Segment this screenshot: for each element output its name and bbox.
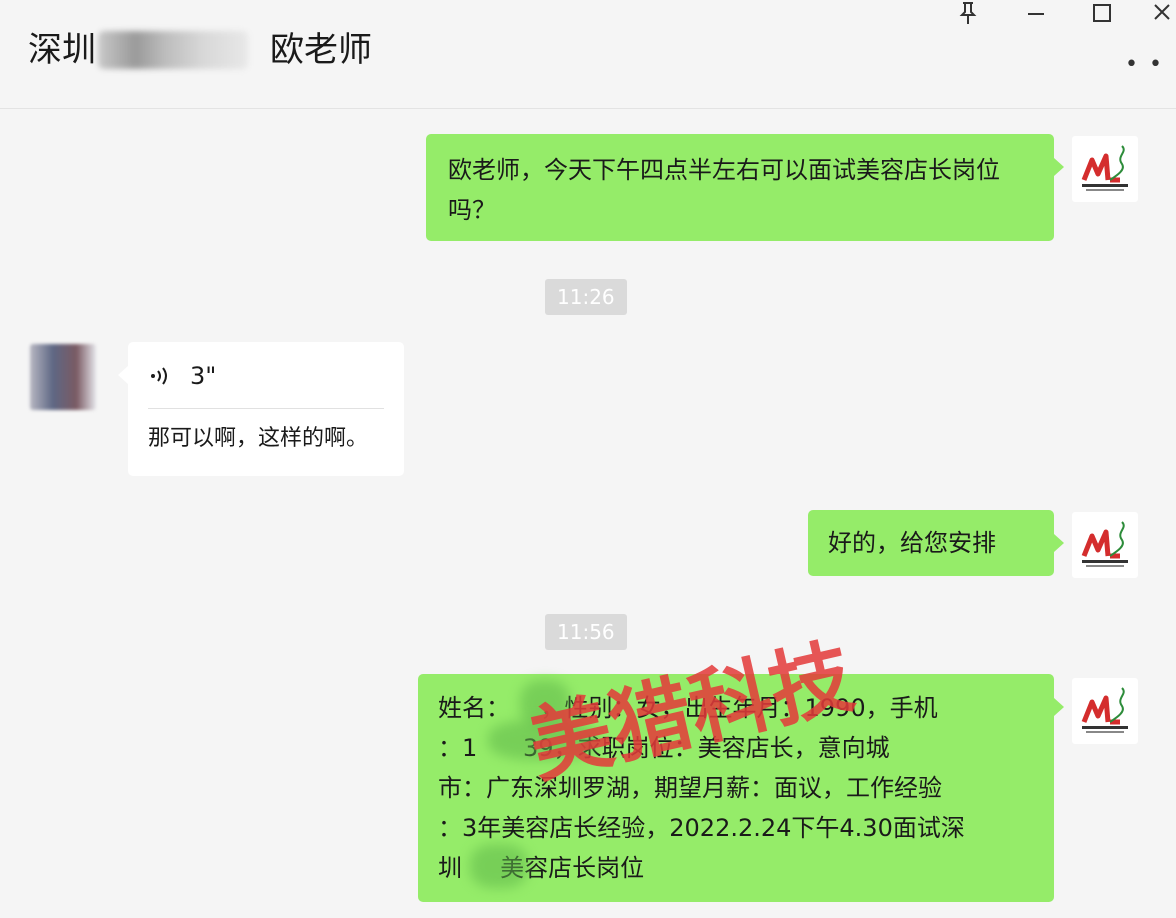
- pin-icon[interactable]: [948, 0, 988, 30]
- voice-duration: 3": [190, 362, 217, 390]
- brand-logo-icon: [1081, 145, 1128, 191]
- my-avatar[interactable]: [1072, 136, 1138, 202]
- chat-title-prefix: 深圳: [28, 30, 96, 70]
- redaction-blur: [470, 844, 528, 888]
- voice-icon: [151, 367, 167, 385]
- chat-title: 深圳 欧老师: [28, 26, 372, 74]
- message-bubble-sent[interactable]: 好的，给您安排: [808, 510, 1064, 576]
- timestamp: 11:26: [545, 279, 627, 315]
- message-bubble-sent[interactable]: 欧老师，今天下午四点半左右可以面试美容店长岗位吗？: [426, 134, 1064, 241]
- message-text: 好的，给您安排: [828, 529, 996, 557]
- message-bubble-voice[interactable]: 3" 那可以啊，这样的啊。: [118, 342, 404, 476]
- my-avatar[interactable]: [1072, 512, 1138, 578]
- divider: [148, 408, 384, 409]
- voice-message[interactable]: 3": [148, 356, 384, 396]
- brand-logo-icon: [1081, 521, 1128, 567]
- redacted-name: [98, 31, 248, 69]
- close-icon[interactable]: [1142, 0, 1176, 30]
- message-line: 市：广东深圳罗湖，期望月薪：面议，工作经验: [438, 774, 942, 802]
- brand-logo-icon: [1081, 687, 1128, 733]
- message-text: 欧老师，今天下午四点半左右可以面试美容店长岗位吗？: [448, 156, 1000, 224]
- chat-title-name: 欧老师: [270, 30, 372, 70]
- chat-header: 深圳 欧老师 • •: [0, 0, 1176, 109]
- minimize-icon[interactable]: [1016, 0, 1056, 30]
- maximize-icon[interactable]: [1082, 0, 1122, 30]
- timestamp: 11:56: [545, 614, 627, 650]
- my-avatar[interactable]: [1072, 678, 1138, 744]
- message-line: ：3年美容店长经验，2022.2.24下午4.30面试深: [438, 814, 965, 842]
- voice-transcript: 那可以啊，这样的啊。: [148, 426, 369, 451]
- more-icon[interactable]: • •: [1125, 52, 1164, 77]
- contact-avatar[interactable]: [30, 344, 96, 410]
